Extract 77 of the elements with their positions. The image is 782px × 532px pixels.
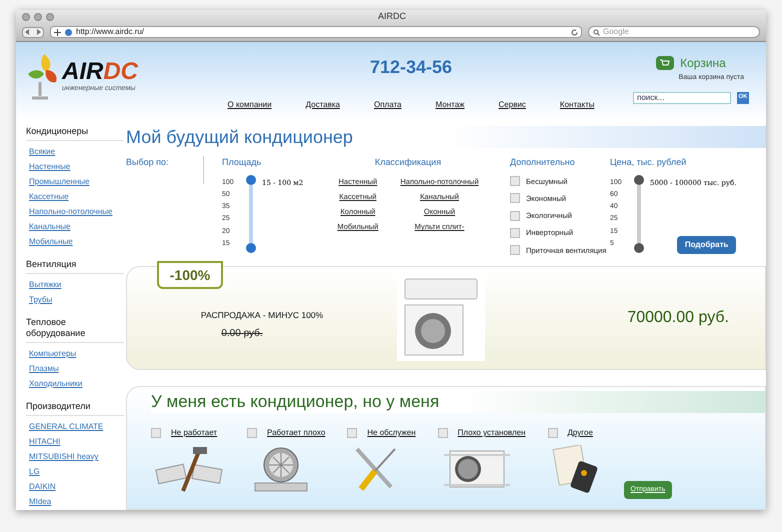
cart-link[interactable]: Корзина xyxy=(680,54,726,72)
sidebar-link[interactable]: Плазмы xyxy=(26,361,124,376)
submit-button[interactable]: Подобрать xyxy=(676,236,736,254)
checkbox[interactable] xyxy=(438,428,448,438)
sidebar-heading: Тепловое оборудование xyxy=(26,317,124,343)
broken-unit-drawing xyxy=(155,445,225,493)
filter-label: Выбор по: xyxy=(126,157,169,167)
slider-handle[interactable] xyxy=(246,242,256,252)
back-forward-buttons[interactable] xyxy=(22,26,44,38)
nav-link[interactable]: О компании xyxy=(228,99,272,111)
discount-badge: -100% xyxy=(157,261,223,289)
search-icon xyxy=(593,28,600,36)
checkbox[interactable] xyxy=(510,210,520,221)
filter-heading: Классификация xyxy=(374,156,442,169)
sidebar-link[interactable]: Всякие xyxy=(26,144,124,159)
slider-handle[interactable] xyxy=(634,174,644,184)
nav-link[interactable]: Контакты xyxy=(560,99,594,111)
sidebar-link[interactable]: Промышленные xyxy=(26,174,124,189)
sidebar-heading: Кондиционеры xyxy=(26,126,124,141)
sidebar-link[interactable]: MIdea xyxy=(26,494,124,509)
sidebar-link[interactable]: HITACHI xyxy=(26,434,124,449)
filter-heading: Дополнительно xyxy=(510,156,576,169)
problems-title: У меня есть кондиционер, но у меня xyxy=(151,391,440,414)
sidebar-link[interactable]: LG xyxy=(26,464,124,479)
arrows-icon xyxy=(25,29,41,35)
sidebar-link[interactable]: Напольно-потолочные xyxy=(26,204,124,219)
checkbox[interactable] xyxy=(151,428,161,438)
sidebar-link[interactable]: Компьютеры xyxy=(26,346,124,361)
checkbox[interactable] xyxy=(510,176,520,186)
nav-link[interactable]: Доставка xyxy=(306,99,340,111)
site-search-field[interactable]: поиск... xyxy=(633,92,731,104)
sidebar-link[interactable]: Настенные xyxy=(26,159,124,174)
problem-option[interactable]: Другое xyxy=(568,427,593,439)
sidebar-link[interactable]: MITSUBISHI heavy xyxy=(26,449,124,464)
checkbox[interactable] xyxy=(510,193,520,204)
problem-option[interactable]: Плохо установлен xyxy=(458,427,526,439)
problem-option[interactable]: Работает плохо xyxy=(267,427,326,439)
sidebar-heading: Вентиляция xyxy=(26,259,124,274)
sidebar-link[interactable]: DAIKIN xyxy=(26,479,124,494)
section-title: Мой будущий кондиционер xyxy=(126,126,353,149)
globe-icon xyxy=(65,28,72,36)
logo-wordmark: AIRDC xyxy=(62,60,138,84)
nav-link[interactable]: Сервис xyxy=(498,99,526,111)
window-title: AIRDC xyxy=(376,10,407,24)
range-slider[interactable] xyxy=(246,174,256,252)
filter-heading: Цена, тыс. рублей xyxy=(610,156,688,169)
sidebar-link[interactable]: Вытяжки xyxy=(26,277,124,292)
reload-icon xyxy=(571,28,578,36)
checkbox[interactable] xyxy=(347,428,358,438)
filter-heading: Площадь xyxy=(222,156,262,169)
sidebar-link[interactable]: GENERAL CLIMATE xyxy=(26,419,124,434)
address-field[interactable]: http://www.airdc.ru/ xyxy=(50,26,582,38)
plus-icon xyxy=(54,28,61,36)
nav-link[interactable]: Оплата xyxy=(374,99,402,111)
slider-handle[interactable] xyxy=(634,242,644,252)
problem-option[interactable]: Не работает xyxy=(171,427,218,439)
checkbox[interactable] xyxy=(510,245,520,256)
checkbox[interactable] xyxy=(247,428,257,438)
slider-handle[interactable] xyxy=(246,174,256,184)
sidebar-link[interactable]: Мобильные xyxy=(26,234,124,249)
old-price: 0.00 руб. xyxy=(221,326,263,341)
sidebar-heading: Производители xyxy=(26,401,124,416)
url-text: http://www.airdc.ru/ xyxy=(76,26,146,38)
problem-option[interactable]: Не обслужен xyxy=(367,427,416,439)
phone-number: 712-34-56 xyxy=(370,56,452,79)
promo-price: 70000.00 руб. xyxy=(626,308,730,328)
sidebar-link[interactable]: Кассетные xyxy=(26,189,124,204)
cart-icon[interactable] xyxy=(656,56,674,70)
checkbox[interactable] xyxy=(548,428,558,438)
nav-link[interactable]: Монтаж xyxy=(436,99,465,111)
browser-search-field[interactable]: Google xyxy=(588,26,760,38)
range-slider[interactable] xyxy=(634,174,644,252)
sidebar-link[interactable]: Холодильники xyxy=(26,376,124,391)
checkbox[interactable] xyxy=(510,228,520,238)
sidebar-link[interactable]: Канальные xyxy=(26,219,124,234)
promo-title: РАСПРОДАЖА - МИНУС 100% xyxy=(200,309,324,322)
sidebar-link[interactable]: Трубы xyxy=(26,292,124,307)
